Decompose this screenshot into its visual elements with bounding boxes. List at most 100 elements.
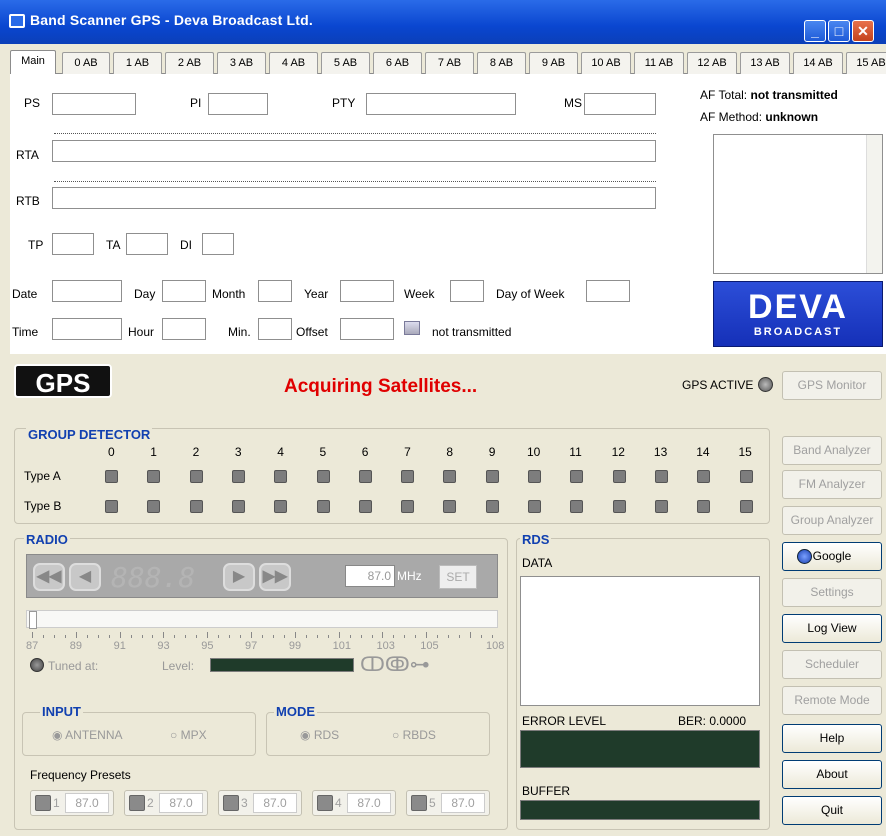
minimize-icon[interactable]: _ xyxy=(804,20,826,42)
remote-mode-label: Remote Mode xyxy=(794,693,870,707)
scale-tick xyxy=(64,635,66,638)
scale-tick xyxy=(481,635,483,638)
preset-frequency: 87.0 xyxy=(347,793,391,813)
scale-tick xyxy=(42,635,44,638)
af-method-label: AF Method: xyxy=(700,110,763,124)
antenna-radio[interactable]: ◉ ANTENNA xyxy=(52,728,123,742)
save-icon[interactable] xyxy=(223,795,239,811)
rds-data-box[interactable] xyxy=(520,576,760,706)
gd-led-a-14 xyxy=(697,470,711,483)
scale-label-105: 105 xyxy=(420,640,439,652)
band-analyzer-button[interactable]: Band Analyzer xyxy=(782,436,882,465)
tab-15ab[interactable]: 15 AB xyxy=(846,52,886,74)
step-back-icon[interactable]: ◀ xyxy=(69,563,101,591)
gd-led-a-11 xyxy=(570,470,584,483)
tuning-slider-thumb[interactable] xyxy=(29,611,37,629)
preset-1-button[interactable]: 1 87.0 xyxy=(30,790,114,816)
tab-0ab[interactable]: 0 AB xyxy=(62,52,110,74)
seek-back-icon[interactable]: ◀◀ xyxy=(33,563,65,591)
mpx-radio[interactable]: ○ MPX xyxy=(170,728,207,742)
tab-14ab[interactable]: 14 AB xyxy=(793,52,843,74)
help-button[interactable]: Help xyxy=(782,724,882,753)
preset-3-button[interactable]: 3 87.0 xyxy=(218,790,302,816)
day-field xyxy=(162,280,206,302)
radio-title: RADIO xyxy=(24,532,70,547)
af-scrollbar[interactable] xyxy=(866,135,882,273)
scale-label-99: 99 xyxy=(288,640,302,652)
tab-8ab[interactable]: 8 AB xyxy=(477,52,526,74)
rtb-field xyxy=(52,187,656,209)
close-icon[interactable]: ✕ xyxy=(852,20,874,42)
stereo-rds-usb-icon: ↀↂ⊶ xyxy=(360,654,430,676)
buffer-meter xyxy=(520,800,760,820)
save-icon[interactable] xyxy=(411,795,427,811)
tp-field xyxy=(52,233,94,255)
tab-7ab[interactable]: 7 AB xyxy=(425,52,474,74)
tab-5ab[interactable]: 5 AB xyxy=(321,52,370,74)
date-field xyxy=(52,280,122,302)
gd-col-13: 13 xyxy=(653,445,668,459)
about-button[interactable]: About xyxy=(782,760,882,789)
scale-tick xyxy=(218,635,220,638)
scale-tick xyxy=(141,635,143,638)
scale-label-93: 93 xyxy=(157,640,170,652)
ber-value: BER: 0.0000 xyxy=(678,714,747,728)
settings-button[interactable]: Settings xyxy=(782,578,882,607)
rds-mode-radio[interactable]: ◉ RDS xyxy=(300,728,339,742)
save-icon[interactable] xyxy=(35,795,51,811)
set-button[interactable]: SET xyxy=(439,565,477,589)
scale-label-103: 103 xyxy=(376,640,395,652)
scale-tick xyxy=(32,632,33,638)
tab-main[interactable]: Main xyxy=(10,50,56,75)
preset-5-button[interactable]: 5 87.0 xyxy=(406,790,490,816)
preset-4-button[interactable]: 4 87.0 xyxy=(312,790,396,816)
quit-button[interactable]: Quit xyxy=(782,796,882,825)
scale-tick xyxy=(97,635,99,638)
fm-analyzer-button[interactable]: FM Analyzer xyxy=(782,470,882,499)
google-button[interactable]: Google xyxy=(782,542,882,571)
group-analyzer-button[interactable]: Group Analyzer xyxy=(782,506,882,535)
seek-forward-icon[interactable]: ▶▶ xyxy=(259,563,291,591)
step-forward-icon[interactable]: ▶ xyxy=(223,563,255,591)
tab-9ab[interactable]: 9 AB xyxy=(529,52,578,74)
rbds-mode-radio[interactable]: ○ RBDS xyxy=(392,728,436,742)
tab-11ab[interactable]: 11 AB xyxy=(634,52,684,74)
scheduler-button[interactable]: Scheduler xyxy=(782,650,882,679)
scale-tick xyxy=(382,632,384,638)
af-list[interactable] xyxy=(713,134,883,274)
tuning-slider[interactable] xyxy=(26,610,498,629)
title-bar[interactable]: Band Scanner GPS - Deva Broadcast Ltd. _… xyxy=(0,0,886,44)
tab-12ab[interactable]: 12 AB xyxy=(687,52,737,74)
app-window: Band Scanner GPS - Deva Broadcast Ltd. _… xyxy=(0,0,886,836)
save-icon[interactable] xyxy=(317,795,333,811)
tab-4ab[interactable]: 4 AB xyxy=(269,52,318,74)
gd-led-b-7 xyxy=(401,500,415,513)
min-field xyxy=(258,318,292,340)
gd-led-a-10 xyxy=(528,470,541,483)
tab-1ab[interactable]: 1 AB xyxy=(113,52,162,74)
month-field xyxy=(258,280,292,302)
time-label: Time xyxy=(12,325,39,339)
gd-led-b-14 xyxy=(697,500,711,513)
scale-label-95: 95 xyxy=(201,640,214,652)
tab-10ab[interactable]: 10 AB xyxy=(581,52,631,74)
tab-2ab[interactable]: 2 AB xyxy=(165,52,214,74)
af-method: AF Method: unknown xyxy=(700,110,818,124)
maximize-icon[interactable]: □ xyxy=(828,20,850,42)
preset-2-button[interactable]: 2 87.0 xyxy=(124,790,208,816)
gps-monitor-button[interactable]: GPS Monitor xyxy=(782,371,882,400)
gd-led-b-8 xyxy=(443,500,457,513)
tab-3ab[interactable]: 3 AB xyxy=(217,52,266,74)
ms-label: MS xyxy=(564,96,582,110)
save-icon[interactable] xyxy=(129,795,145,811)
preset-number: 5 xyxy=(429,796,436,810)
frequency-input[interactable]: 87.0 xyxy=(345,565,395,587)
year-label: Year xyxy=(304,287,329,301)
gd-led-b-10 xyxy=(528,500,541,513)
gd-led-a-15 xyxy=(739,470,753,483)
tab-6ab[interactable]: 6 AB xyxy=(373,52,422,74)
remote-mode-button[interactable]: Remote Mode xyxy=(782,686,882,715)
log-view-button[interactable]: Log View xyxy=(782,614,882,643)
tab-13ab[interactable]: 13 AB xyxy=(740,52,790,74)
gd-col-0: 0 xyxy=(108,445,115,459)
